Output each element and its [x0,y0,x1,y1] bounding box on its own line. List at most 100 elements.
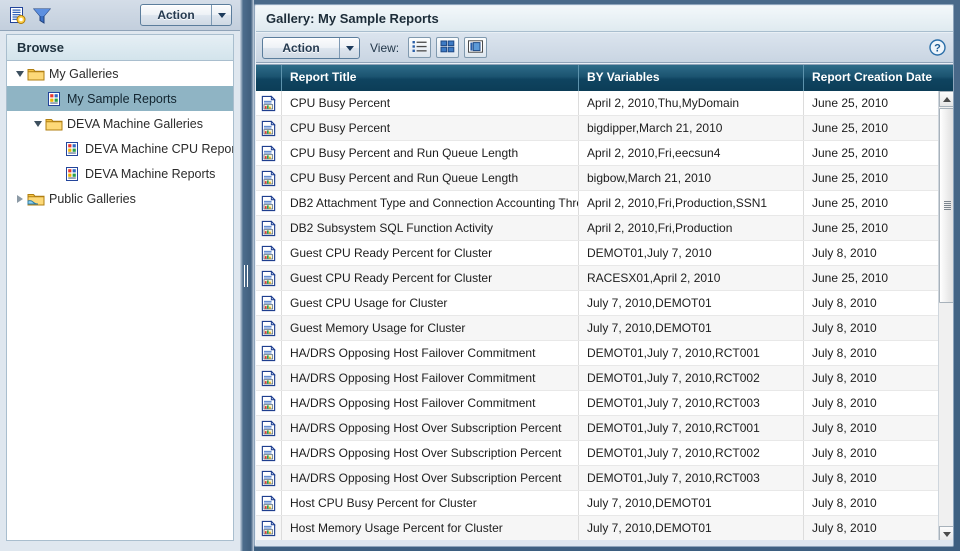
table-row[interactable]: Guest CPU Usage for Cluster July 7, 2010,… [256,291,938,316]
cell-by-variables: bigbow,March 21, 2010 [579,166,804,190]
new-report-icon[interactable] [8,6,28,25]
cell-report-creation-date: June 25, 2010 [812,271,889,285]
tree-item-label: DEVA Machine CPU Reports [85,141,234,156]
twisty-expanded-icon[interactable] [31,117,45,131]
twisty-expanded-icon[interactable] [13,67,27,81]
table-row[interactable]: HA/DRS Opposing Host Over Subscription P… [256,416,938,441]
gallery-action-dropdown-arrow[interactable] [339,38,359,58]
column-header-report-title[interactable]: Report Title [282,65,579,91]
cell-by-variables: DEMOT01,July 7, 2010,RCT001 [579,341,804,365]
table-row[interactable]: CPU Busy Percent April 2, 2010,Thu,MyDoma… [256,91,938,116]
tree-item-my-galleries[interactable]: My Galleries [7,61,233,86]
reports-table-scrollbar[interactable] [938,91,953,541]
cell-report-creation-date: June 25, 2010 [812,121,889,135]
left-action-button-label: Action [157,8,195,22]
gallery-action-button[interactable]: Action [262,37,360,59]
tree-item-label: DEVA Machine Reports [85,166,216,181]
tree-item-public-galleries[interactable]: Public Galleries [7,186,233,211]
cell-report-title: HA/DRS Opposing Host Over Subscription P… [282,441,579,465]
report-document-icon [256,291,282,315]
list-view-button[interactable] [408,37,431,58]
cell-report-title: Guest CPU Ready Percent for Cluster [282,266,579,290]
gallery-title-label: Gallery: My Sample Reports [266,11,439,26]
table-row[interactable]: HA/DRS Opposing Host Over Subscription P… [256,441,938,466]
tree-item-deva-machine-cpu-reports[interactable]: DEVA Machine CPU Reports [7,136,233,161]
table-row[interactable]: CPU Busy Percent and Run Queue Length Apr… [256,141,938,166]
column-header-by-variables[interactable]: BY Variables [579,65,804,91]
cell-by-variables: April 2, 2010,Fri,Production [579,216,804,240]
table-row[interactable]: Host CPU Busy Percent for Cluster July 7,… [256,491,938,516]
column-header-report-creation-date[interactable]: Report Creation Date [804,65,938,91]
reports-table-header: Report Title BY Variables Report Creatio… [256,65,953,91]
cell-by-variables: July 7, 2010,DEMOT01 [579,491,804,515]
cell-by-variables: July 7, 2010,DEMOT01 [579,316,804,340]
grid-view-button[interactable] [436,37,459,58]
table-row[interactable]: CPU Busy Percent bigdipper,March 21, 2010… [256,116,938,141]
cell-report-title: CPU Busy Percent and Run Queue Length [282,166,579,190]
table-row[interactable]: HA/DRS Opposing Host Over Subscription P… [256,466,938,491]
browse-header-label: Browse [17,40,64,55]
cell-report-title: Guest CPU Ready Percent for Cluster [282,241,579,265]
cell-report-creation-date: July 8, 2010 [812,521,877,535]
twisty-collapsed-icon[interactable] [13,192,27,206]
svg-text:?: ? [934,42,941,54]
tree-item-label: Public Galleries [49,191,136,206]
report-document-icon [256,191,282,215]
report-document-icon [256,141,282,165]
table-row[interactable]: Guest CPU Ready Percent for Cluster DEMOT… [256,241,938,266]
cell-by-variables: DEMOT01,July 7, 2010,RCT003 [579,391,804,415]
cell-by-variables: July 7, 2010,DEMOT01 [579,516,804,540]
cell-by-variables: DEMOT01,July 7, 2010,RCT001 [579,416,804,440]
report-document-icon [256,391,282,415]
table-row[interactable]: Guest CPU Ready Percent for Cluster RACES… [256,266,938,291]
cell-report-title: Host Memory Usage Percent for Cluster [282,516,579,540]
list-view-icon [412,40,427,56]
cell-report-creation-date: July 8, 2010 [812,471,877,485]
cell-by-variables: DEMOT01,July 7, 2010,RCT002 [579,441,804,465]
report-document-icon [256,491,282,515]
cell-report-creation-date: July 8, 2010 [812,321,877,335]
filter-icon[interactable] [32,6,52,25]
tree-item-deva-machine-galleries[interactable]: DEVA Machine Galleries [7,111,233,136]
cell-report-title: CPU Busy Percent [282,91,579,115]
folder-icon [27,66,45,82]
cell-report-creation-date: June 25, 2010 [812,146,889,160]
column-header-icon[interactable] [256,65,282,91]
left-action-dropdown-arrow[interactable] [211,5,231,25]
cell-by-variables: DEMOT01,July 7, 2010 [579,241,804,265]
table-row[interactable]: HA/DRS Opposing Host Failover Commitment… [256,366,938,391]
tree-item-my-sample-reports[interactable]: My Sample Reports [7,86,233,111]
table-row[interactable]: DB2 Attachment Type and Connection Accou… [256,191,938,216]
table-row[interactable]: CPU Busy Percent and Run Queue Length big… [256,166,938,191]
gallery-action-button-label: Action [282,41,320,55]
tree-item-deva-machine-reports[interactable]: DEVA Machine Reports [7,161,233,186]
table-row[interactable]: Host Memory Usage Percent for Cluster Jul… [256,516,938,541]
cell-report-creation-date: July 8, 2010 [812,396,877,410]
folder-icon [45,116,63,132]
cell-report-title: Guest Memory Usage for Cluster [282,316,579,340]
cell-by-variables: July 7, 2010,DEMOT01 [579,291,804,315]
cell-report-creation-date: July 8, 2010 [812,446,877,460]
scroll-down-button[interactable] [939,526,953,541]
cell-report-title: HA/DRS Opposing Host Failover Commitment [282,366,579,390]
scroll-up-button[interactable] [939,91,953,107]
left-action-button[interactable]: Action [140,4,232,26]
panel-splitter[interactable] [240,0,254,551]
table-row[interactable]: HA/DRS Opposing Host Failover Commitment… [256,341,938,366]
cell-report-creation-date: June 25, 2010 [812,171,889,185]
table-row[interactable]: HA/DRS Opposing Host Failover Commitment… [256,391,938,416]
table-row[interactable]: Guest Memory Usage for Cluster July 7, 20… [256,316,938,341]
cell-report-title: CPU Busy Percent and Run Queue Length [282,141,579,165]
gallery-panel-footer [256,540,953,546]
detail-view-button[interactable] [464,37,487,58]
cell-by-variables: April 2, 2010,Fri,Production,SSN1 [579,191,804,215]
help-icon[interactable]: ? [929,39,946,56]
column-header-spacer [938,65,953,91]
gallery-tree[interactable]: My Galleries My Sample Reports DEVA Machin… [6,60,234,541]
scrollbar-thumb[interactable] [939,108,953,303]
reports-table-body: CPU Busy Percent April 2, 2010,Thu,MyDoma… [256,91,938,541]
table-row[interactable]: DB2 Subsystem SQL Function Activity April… [256,216,938,241]
report-document-icon [256,366,282,390]
